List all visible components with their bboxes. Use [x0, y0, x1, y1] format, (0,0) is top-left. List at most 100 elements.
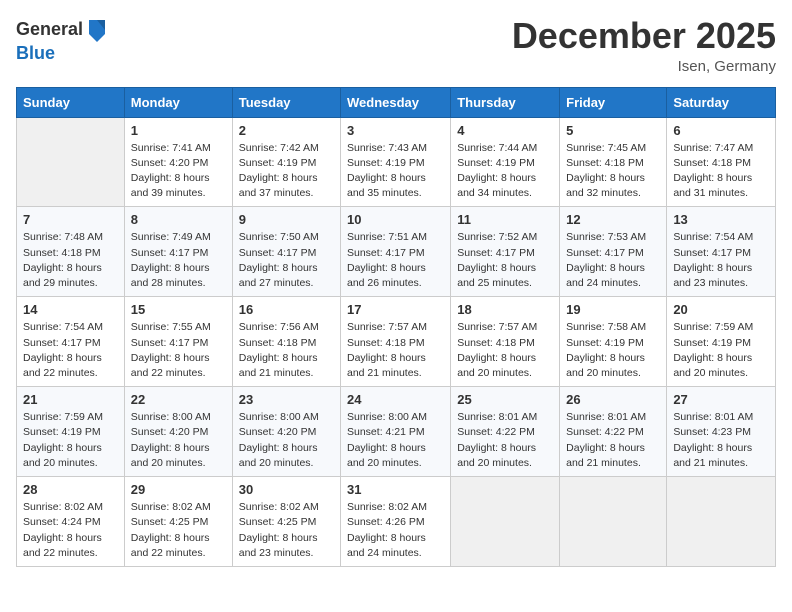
day-number: 16 [239, 302, 334, 317]
day-number: 24 [347, 392, 444, 407]
day-info: Sunrise: 7:42 AMSunset: 4:19 PMDaylight:… [239, 141, 334, 202]
calendar-cell: 26Sunrise: 8:01 AMSunset: 4:22 PMDayligh… [560, 387, 667, 477]
title-block: December 2025 Isen, Germany [512, 16, 776, 75]
day-number: 31 [347, 482, 444, 497]
calendar-cell: 21 Sunrise: 7:59 AMSunset: 4:19 PMDayligh… [17, 387, 125, 477]
calendar-cell [667, 477, 776, 567]
calendar-week-row: 14 Sunrise: 7:54 AMSunset: 4:17 PMDayligh… [17, 297, 776, 387]
calendar-cell: 19Sunrise: 7:58 AMSunset: 4:19 PMDayligh… [560, 297, 667, 387]
calendar-cell: 3 Sunrise: 7:43 AMSunset: 4:19 PMDaylight… [341, 117, 451, 207]
day-info: Sunrise: 7:54 AMSunset: 4:17 PMDaylight:… [23, 320, 118, 381]
calendar-cell: 7Sunrise: 7:48 AMSunset: 4:18 PMDaylight… [17, 207, 125, 297]
calendar-week-row: 28 Sunrise: 8:02 AMSunset: 4:24 PMDayligh… [17, 477, 776, 567]
day-info: Sunrise: 7:51 AMSunset: 4:17 PMDaylight:… [347, 230, 444, 291]
day-number: 19 [566, 302, 660, 317]
day-info: Sunrise: 7:47 AMSunset: 4:18 PMDaylight:… [673, 141, 769, 202]
logo: General Blue [16, 16, 109, 64]
calendar-cell: 31Sunrise: 8:02 AMSunset: 4:26 PMDayligh… [341, 477, 451, 567]
day-info: Sunrise: 8:00 AMSunset: 4:20 PMDaylight:… [239, 410, 334, 471]
day-number: 10 [347, 212, 444, 227]
day-info: Sunrise: 7:59 AMSunset: 4:19 PMDaylight:… [23, 410, 118, 471]
day-number: 26 [566, 392, 660, 407]
day-number: 18 [457, 302, 553, 317]
calendar-cell: 23 Sunrise: 8:00 AMSunset: 4:20 PMDayligh… [232, 387, 340, 477]
calendar-cell: 8 Sunrise: 7:49 AMSunset: 4:17 PMDaylight… [124, 207, 232, 297]
day-number: 23 [239, 392, 334, 407]
calendar-cell: 9Sunrise: 7:50 AMSunset: 4:17 PMDaylight… [232, 207, 340, 297]
day-number: 5 [566, 123, 660, 138]
day-info: Sunrise: 7:54 AMSunset: 4:17 PMDaylight:… [673, 230, 769, 291]
logo-icon [85, 16, 109, 44]
day-number: 13 [673, 212, 769, 227]
calendar-cell: 25 Sunrise: 8:01 AMSunset: 4:22 PMDayligh… [451, 387, 560, 477]
day-number: 20 [673, 302, 769, 317]
day-info: Sunrise: 7:44 AMSunset: 4:19 PMDaylight:… [457, 141, 553, 202]
day-info: Sunrise: 7:43 AMSunset: 4:19 PMDaylight:… [347, 141, 444, 202]
calendar-cell: 27 Sunrise: 8:01 AMSunset: 4:23 PMDayligh… [667, 387, 776, 477]
day-info: Sunrise: 7:59 AMSunset: 4:19 PMDaylight:… [673, 320, 769, 381]
calendar-cell: 18Sunrise: 7:57 AMSunset: 4:18 PMDayligh… [451, 297, 560, 387]
day-number: 7 [23, 212, 118, 227]
weekday-header: Wednesday [341, 87, 451, 117]
day-number: 2 [239, 123, 334, 138]
day-number: 6 [673, 123, 769, 138]
day-info: Sunrise: 7:50 AMSunset: 4:17 PMDaylight:… [239, 230, 334, 291]
calendar-cell [560, 477, 667, 567]
day-info: Sunrise: 8:02 AMSunset: 4:25 PMDaylight:… [131, 500, 226, 561]
calendar-cell: 16Sunrise: 7:56 AMSunset: 4:18 PMDayligh… [232, 297, 340, 387]
calendar-cell [17, 117, 125, 207]
day-number: 11 [457, 212, 553, 227]
day-info: Sunrise: 7:53 AMSunset: 4:17 PMDaylight:… [566, 230, 660, 291]
weekday-header: Tuesday [232, 87, 340, 117]
calendar-cell: 2 Sunrise: 7:42 AMSunset: 4:19 PMDaylight… [232, 117, 340, 207]
day-info: Sunrise: 8:00 AMSunset: 4:20 PMDaylight:… [131, 410, 226, 471]
calendar-cell: 29Sunrise: 8:02 AMSunset: 4:25 PMDayligh… [124, 477, 232, 567]
day-number: 4 [457, 123, 553, 138]
calendar-cell: 28 Sunrise: 8:02 AMSunset: 4:24 PMDayligh… [17, 477, 125, 567]
calendar-cell: 17 Sunrise: 7:57 AMSunset: 4:18 PMDayligh… [341, 297, 451, 387]
day-number: 27 [673, 392, 769, 407]
calendar-location: Isen, Germany [512, 58, 776, 75]
calendar-cell: 14 Sunrise: 7:54 AMSunset: 4:17 PMDayligh… [17, 297, 125, 387]
logo-blue: Blue [16, 43, 55, 63]
day-number: 28 [23, 482, 118, 497]
day-number: 14 [23, 302, 118, 317]
day-info: Sunrise: 7:52 AMSunset: 4:17 PMDaylight:… [457, 230, 553, 291]
day-info: Sunrise: 7:55 AMSunset: 4:17 PMDaylight:… [131, 320, 226, 381]
calendar-cell: 4 Sunrise: 7:44 AMSunset: 4:19 PMDaylight… [451, 117, 560, 207]
weekday-header: Saturday [667, 87, 776, 117]
day-number: 25 [457, 392, 553, 407]
calendar-title: December 2025 [512, 16, 776, 56]
calendar-cell: 6 Sunrise: 7:47 AMSunset: 4:18 PMDaylight… [667, 117, 776, 207]
day-number: 8 [131, 212, 226, 227]
day-number: 1 [131, 123, 226, 138]
day-info: Sunrise: 8:02 AMSunset: 4:25 PMDaylight:… [239, 500, 334, 561]
day-info: Sunrise: 8:02 AMSunset: 4:24 PMDaylight:… [23, 500, 118, 561]
weekday-header: Thursday [451, 87, 560, 117]
day-number: 12 [566, 212, 660, 227]
day-info: Sunrise: 8:01 AMSunset: 4:22 PMDaylight:… [457, 410, 553, 471]
day-info: Sunrise: 7:41 AMSunset: 4:20 PMDaylight:… [131, 141, 226, 202]
day-info: Sunrise: 8:01 AMSunset: 4:23 PMDaylight:… [673, 410, 769, 471]
calendar-cell: 20 Sunrise: 7:59 AMSunset: 4:19 PMDayligh… [667, 297, 776, 387]
weekday-header: Monday [124, 87, 232, 117]
calendar-week-row: 21 Sunrise: 7:59 AMSunset: 4:19 PMDayligh… [17, 387, 776, 477]
calendar-week-row: 7Sunrise: 7:48 AMSunset: 4:18 PMDaylight… [17, 207, 776, 297]
day-info: Sunrise: 8:00 AMSunset: 4:21 PMDaylight:… [347, 410, 444, 471]
day-number: 30 [239, 482, 334, 497]
day-number: 21 [23, 392, 118, 407]
calendar-cell: 11 Sunrise: 7:52 AMSunset: 4:17 PMDayligh… [451, 207, 560, 297]
calendar-cell: 1 Sunrise: 7:41 AMSunset: 4:20 PMDaylight… [124, 117, 232, 207]
calendar-table: SundayMondayTuesdayWednesdayThursdayFrid… [16, 87, 776, 567]
day-info: Sunrise: 7:57 AMSunset: 4:18 PMDaylight:… [347, 320, 444, 381]
day-number: 3 [347, 123, 444, 138]
weekday-header: Sunday [17, 87, 125, 117]
calendar-header-row: SundayMondayTuesdayWednesdayThursdayFrid… [17, 87, 776, 117]
day-info: Sunrise: 7:45 AMSunset: 4:18 PMDaylight:… [566, 141, 660, 202]
calendar-cell: 15Sunrise: 7:55 AMSunset: 4:17 PMDayligh… [124, 297, 232, 387]
calendar-cell: 10 Sunrise: 7:51 AMSunset: 4:17 PMDayligh… [341, 207, 451, 297]
weekday-header: Friday [560, 87, 667, 117]
day-number: 17 [347, 302, 444, 317]
calendar-week-row: 1 Sunrise: 7:41 AMSunset: 4:20 PMDaylight… [17, 117, 776, 207]
day-info: Sunrise: 7:49 AMSunset: 4:17 PMDaylight:… [131, 230, 226, 291]
